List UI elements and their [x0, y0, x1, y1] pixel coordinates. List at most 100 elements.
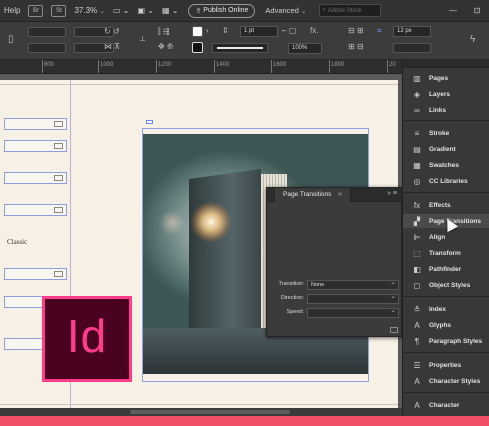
dock-item-pages[interactable]: ▥ Pages	[403, 71, 489, 85]
fill-dropdown-icon[interactable]: ›	[206, 26, 209, 35]
horizontal-ruler[interactable]: 800 1000 1200 1400 1600 1800 20	[0, 60, 402, 74]
text-frame[interactable]	[4, 140, 67, 152]
layers-icon: ◈	[413, 89, 421, 99]
dock-separator	[403, 296, 489, 297]
auto-fit-icon[interactable]: ⌗	[377, 26, 382, 36]
bridge-button[interactable]: Br	[28, 4, 44, 17]
dock-item-label: Stroke	[429, 129, 450, 137]
transition-select[interactable]: None	[307, 279, 399, 290]
publish-online-button[interactable]: ⇪ Publish Online	[188, 3, 256, 18]
rotate-icon[interactable]: ↻ ↺	[104, 27, 120, 36]
view-options-icon[interactable]: ▭ ⌄	[109, 0, 133, 22]
swatches-icon: ▦	[413, 160, 421, 170]
ruler-tick-label: 1000	[100, 62, 114, 68]
dock-item-label: Character	[429, 401, 460, 409]
character-icon: A	[414, 400, 420, 410]
frame-link-icon	[54, 143, 63, 149]
panel-header[interactable]: Page Transitions ✕ » ≡	[267, 188, 401, 202]
apply-to-all-icon[interactable]	[390, 327, 398, 333]
stock-search-placeholder: Adobe Stock	[327, 7, 362, 14]
stroke-icon: ≡	[414, 128, 420, 138]
text-frame[interactable]	[4, 204, 67, 216]
dock-item-label: Swatches	[429, 161, 459, 169]
speed-select[interactable]	[307, 307, 399, 318]
opacity-field[interactable]: 100%	[288, 43, 322, 54]
direction-select[interactable]	[307, 293, 399, 304]
stroke-weight-stepper-icon[interactable]: ⇕	[222, 26, 229, 35]
panel-menu-icon[interactable]: » ≡	[387, 190, 397, 197]
dock-item-pathfinder[interactable]: ◧ Pathfinder	[403, 262, 489, 276]
dock-item-stroke[interactable]: ≡ Stroke	[403, 126, 489, 140]
select-content-icon[interactable]: ✥ ⟰	[158, 42, 174, 51]
zoom-level[interactable]: 37.3% ⌄	[70, 0, 109, 22]
document-text[interactable]: Classic	[7, 238, 27, 246]
reference-point-icon[interactable]: ▯	[8, 34, 14, 45]
dock-item-effects[interactable]: fx Effects	[403, 198, 489, 212]
text-wrap-icon[interactable]: ⫿ ⇶	[158, 27, 170, 37]
x-position-field[interactable]	[28, 27, 66, 37]
arrange-documents-icon[interactable]: ▦ ⌄	[158, 0, 182, 22]
dock-item-links[interactable]: ∞ Links	[403, 103, 489, 117]
dock-item-transform[interactable]: ⬚ Transform	[403, 246, 489, 260]
text-frame[interactable]	[4, 268, 67, 280]
dock-item-gradient[interactable]: ▤ Gradient	[403, 142, 489, 156]
size-field[interactable]: 12 px	[393, 26, 431, 37]
stroke-type-dropdown[interactable]	[212, 43, 268, 53]
frame-link-icon	[54, 207, 63, 213]
distribute-icon[interactable]: ⊞ ⊟	[348, 42, 364, 51]
text-frame[interactable]	[4, 118, 67, 130]
ruler-tick-label: 1200	[158, 62, 172, 68]
stock-button[interactable]: St	[51, 4, 67, 17]
dock-item-label: Transform	[429, 249, 461, 257]
workspace-switcher[interactable]: Advanced ⌄	[261, 0, 310, 22]
align-icon[interactable]: ⊟ ⊞	[348, 26, 364, 35]
shear-icon[interactable]: ⟂	[140, 34, 145, 44]
dock-item-glyphs[interactable]: A Glyphs	[403, 318, 489, 332]
paragraph-styles-icon: ¶	[414, 336, 420, 346]
stroke-weight-field[interactable]: 1 pt	[240, 26, 278, 37]
dock-item-character[interactable]: A Character	[403, 398, 489, 412]
dock-item-swatches[interactable]: ▦ Swatches	[403, 158, 489, 172]
dock-item-cc-libraries[interactable]: ◎ CC Libraries	[403, 174, 489, 188]
horizontal-scrollbar[interactable]	[0, 408, 402, 416]
dock-item-properties[interactable]: ☰ Properties	[403, 358, 489, 372]
fx-button[interactable]: fx.	[310, 26, 318, 35]
help-menu[interactable]: Help	[0, 0, 24, 22]
stock-search-input[interactable]: ⌕ Adobe Stock	[318, 4, 381, 17]
dock-item-label: Gradient	[429, 145, 456, 153]
dock-item-label: CC Libraries	[429, 177, 468, 185]
frame-handle[interactable]	[146, 120, 153, 124]
dock-item-object-styles[interactable]: ◻ Object Styles	[403, 278, 489, 292]
y-position-field[interactable]	[28, 43, 66, 53]
dock-item-label: Paragraph Styles	[429, 337, 483, 345]
minimize-button[interactable]: —	[441, 6, 465, 15]
dock-item-label: Effects	[429, 201, 451, 209]
panel-dock: ▥ Pages ◈ Layers ∞ Links ≡ Stroke ▤ Gradient …	[402, 60, 489, 416]
flip-icon[interactable]: ⋈ ⊼	[104, 42, 120, 51]
dock-item-layers[interactable]: ◈ Layers	[403, 87, 489, 101]
lightning-icon[interactable]: ϟ	[470, 34, 475, 45]
text-frame[interactable]	[4, 172, 67, 184]
effects-icon: fx	[413, 200, 421, 210]
maximize-button[interactable]: ⊡	[465, 6, 489, 15]
screen-mode-icon[interactable]: ▣ ⌄	[134, 0, 158, 22]
column-field[interactable]	[393, 43, 431, 53]
page-transitions-tab[interactable]: Page Transitions ✕	[275, 188, 352, 202]
dock-item-index[interactable]: ≛ Index	[403, 302, 489, 316]
dock-item-label: Align	[429, 233, 446, 241]
control-panel: ▯ ↻ ↺ ⋈ ⊼ ⟂ ⫿ ⇶ ✥ ⟰ › ⇕ 1 pt ⌐ ▢ fx. 100…	[0, 22, 489, 60]
scrollbar-thumb[interactable]	[130, 410, 290, 414]
chevron-down-icon: ⌄	[300, 7, 307, 15]
ruler-major-tick	[329, 60, 330, 73]
close-icon[interactable]: ✕	[337, 192, 342, 198]
dock-item-paragraph-styles[interactable]: ¶ Paragraph Styles	[403, 334, 489, 348]
dock-header[interactable]	[403, 60, 489, 68]
gradient-icon: ▤	[413, 144, 421, 154]
fill-swatch[interactable]	[192, 26, 203, 37]
dock-item-character-styles[interactable]: A Character Styles	[403, 374, 489, 388]
ruler-major-tick	[387, 60, 388, 73]
corner-options-icon[interactable]: ⌐ ▢	[282, 26, 296, 35]
frame-link-icon	[54, 271, 63, 277]
stroke-swatch[interactable]	[192, 42, 203, 53]
dock-item-align[interactable]: ⊫ Align	[403, 230, 489, 244]
